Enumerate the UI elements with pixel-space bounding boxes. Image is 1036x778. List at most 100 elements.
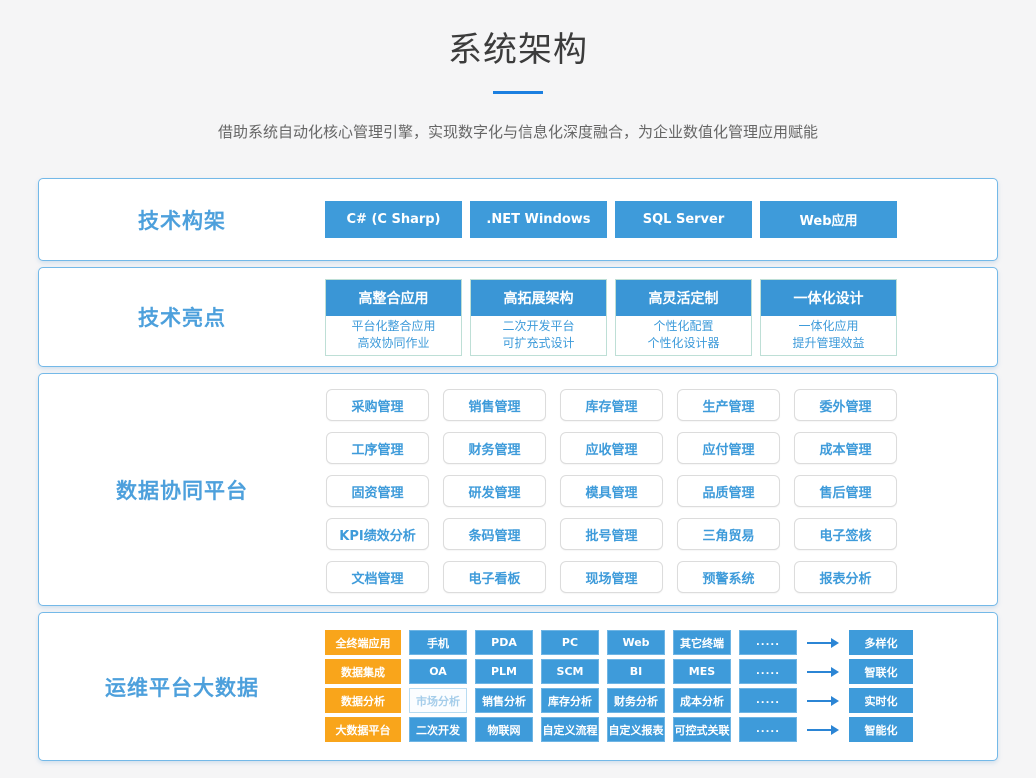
section-label-tech-stack: 技术构架 [39, 179, 325, 260]
highlight-card-body: 平台化整合应用 高效协同作业 [326, 316, 461, 355]
section-highlights: 技术亮点 高整合应用 平台化整合应用 高效协同作业 高拓展架构 二次开发平台 可… [38, 267, 998, 367]
module-chip: 电子签核 [794, 518, 897, 550]
tech-stack-item: .NET Windows [470, 201, 607, 238]
ops-item: PC [541, 630, 599, 655]
ops-item: 成本分析 [673, 688, 731, 713]
ops-item: 其它终端 [673, 630, 731, 655]
section-ops-bigdata: 运维平台大数据 全终端应用 手机 PDA PC Web 其它终端 ..... 多… [38, 612, 998, 761]
module-chip: 销售管理 [443, 389, 546, 421]
module-chip: 应收管理 [560, 432, 663, 464]
ops-result-tag: 智联化 [849, 659, 913, 684]
ops-category-tag: 大数据平台 [325, 717, 401, 742]
section-label-ops-bigdata: 运维平台大数据 [39, 613, 325, 760]
ops-item: 自定义流程 [541, 717, 599, 742]
ops-item: 销售分析 [475, 688, 533, 713]
ops-item: Web [607, 630, 665, 655]
module-chip: 应付管理 [677, 432, 780, 464]
highlight-card-body: 个性化配置 个性化设计器 [616, 316, 751, 355]
tech-stack-item: C# (C Sharp) [325, 201, 462, 238]
section-label-highlights: 技术亮点 [39, 268, 325, 366]
ops-row-terminals: 全终端应用 手机 PDA PC Web 其它终端 ..... 多样化 [325, 630, 997, 655]
arrow-right-icon [807, 659, 839, 684]
highlight-card: 高整合应用 平台化整合应用 高效协同作业 [325, 279, 462, 356]
arrow-right-icon [807, 630, 839, 655]
ops-row-integration: 数据集成 OA PLM SCM BI MES ..... 智联化 [325, 659, 997, 684]
module-chip: 电子看板 [443, 561, 546, 593]
highlight-card-title: 高灵活定制 [616, 280, 751, 316]
module-chip: 成本管理 [794, 432, 897, 464]
module-chip: 工序管理 [326, 432, 429, 464]
ops-item-more: ..... [739, 630, 797, 655]
highlight-card-line: 平台化整合应用 [326, 318, 461, 335]
page-title: 系统架构 [0, 22, 1036, 71]
module-chip: 固资管理 [326, 475, 429, 507]
highlight-card-line: 高效协同作业 [326, 335, 461, 352]
module-chip: 现场管理 [560, 561, 663, 593]
highlight-card: 高灵活定制 个性化配置 个性化设计器 [615, 279, 752, 356]
ops-item: 库存分析 [541, 688, 599, 713]
ops-item: 财务分析 [607, 688, 665, 713]
tech-stack-item: Web应用 [760, 201, 897, 238]
ops-result-tag: 智能化 [849, 717, 913, 742]
highlight-card-line: 个性化配置 [616, 318, 751, 335]
ops-item: BI [607, 659, 665, 684]
highlight-card-title: 一体化设计 [761, 280, 896, 316]
module-chip: 报表分析 [794, 561, 897, 593]
ops-rows: 全终端应用 手机 PDA PC Web 其它终端 ..... 多样化 数据集成 … [325, 613, 997, 760]
section-content-tech-stack: C# (C Sharp) .NET Windows SQL Server Web… [325, 179, 997, 260]
ops-result-tag: 实时化 [849, 688, 913, 713]
highlight-card-body: 一体化应用 提升管理效益 [761, 316, 896, 355]
highlight-card-line: 个性化设计器 [616, 335, 751, 352]
arrow-right-icon [807, 688, 839, 713]
module-chip: 品质管理 [677, 475, 780, 507]
ops-item: 可控式关联 [673, 717, 731, 742]
module-chip: 文档管理 [326, 561, 429, 593]
ops-item: OA [409, 659, 467, 684]
highlight-card-title: 高整合应用 [326, 280, 461, 316]
highlights-row: 高整合应用 平台化整合应用 高效协同作业 高拓展架构 二次开发平台 可扩充式设计… [325, 268, 997, 366]
ops-item: PLM [475, 659, 533, 684]
ops-item: PDA [475, 630, 533, 655]
ops-category-tag: 全终端应用 [325, 630, 401, 655]
ops-result-tag: 多样化 [849, 630, 913, 655]
module-chip: 财务管理 [443, 432, 546, 464]
module-chip: 生产管理 [677, 389, 780, 421]
ops-row-analysis: 数据分析 市场分析 销售分析 库存分析 财务分析 成本分析 ..... 实时化 [325, 688, 997, 713]
ops-item: 物联网 [475, 717, 533, 742]
module-chip: 研发管理 [443, 475, 546, 507]
section-tech-stack: 技术构架 C# (C Sharp) .NET Windows SQL Serve… [38, 178, 998, 261]
ops-item: 自定义报表 [607, 717, 665, 742]
module-chip: 库存管理 [560, 389, 663, 421]
module-chip: 模具管理 [560, 475, 663, 507]
highlight-card-line: 二次开发平台 [471, 318, 606, 335]
highlight-card-line: 一体化应用 [761, 318, 896, 335]
highlight-card: 一体化设计 一体化应用 提升管理效益 [760, 279, 897, 356]
module-chip: 采购管理 [326, 389, 429, 421]
section-content-data-platform: 采购管理 销售管理 库存管理 生产管理 委外管理 工序管理 财务管理 应收管理 … [325, 374, 997, 605]
ops-item-more: ..... [739, 717, 797, 742]
highlight-card-title: 高拓展架构 [471, 280, 606, 316]
module-chip: 售后管理 [794, 475, 897, 507]
highlight-card-line: 提升管理效益 [761, 335, 896, 352]
architecture-diagram: 技术构架 C# (C Sharp) .NET Windows SQL Serve… [38, 178, 998, 761]
section-content-ops-bigdata: 全终端应用 手机 PDA PC Web 其它终端 ..... 多样化 数据集成 … [325, 613, 997, 760]
ops-item: 手机 [409, 630, 467, 655]
ops-item: MES [673, 659, 731, 684]
module-chip: KPI绩效分析 [326, 518, 429, 550]
ops-item: 市场分析 [409, 688, 467, 713]
highlight-card-body: 二次开发平台 可扩充式设计 [471, 316, 606, 355]
section-content-highlights: 高整合应用 平台化整合应用 高效协同作业 高拓展架构 二次开发平台 可扩充式设计… [325, 268, 997, 366]
arrow-right-icon [807, 717, 839, 742]
tech-stack-row: C# (C Sharp) .NET Windows SQL Server Web… [325, 179, 997, 260]
page-header: 系统架构 借助系统自动化核心管理引擎，实现数字化与信息化深度融合，为企业数值化管… [0, 0, 1036, 142]
ops-item: SCM [541, 659, 599, 684]
page-subtitle: 借助系统自动化核心管理引擎，实现数字化与信息化深度融合，为企业数值化管理应用赋能 [0, 121, 1036, 142]
module-chip: 三角贸易 [677, 518, 780, 550]
module-grid: 采购管理 销售管理 库存管理 生产管理 委外管理 工序管理 财务管理 应收管理 … [325, 374, 997, 605]
module-chip: 批号管理 [560, 518, 663, 550]
ops-item-more: ..... [739, 688, 797, 713]
ops-row-bigdata: 大数据平台 二次开发 物联网 自定义流程 自定义报表 可控式关联 ..... 智… [325, 717, 997, 742]
ops-item: 二次开发 [409, 717, 467, 742]
highlight-card: 高拓展架构 二次开发平台 可扩充式设计 [470, 279, 607, 356]
section-label-data-platform: 数据协同平台 [39, 374, 325, 605]
